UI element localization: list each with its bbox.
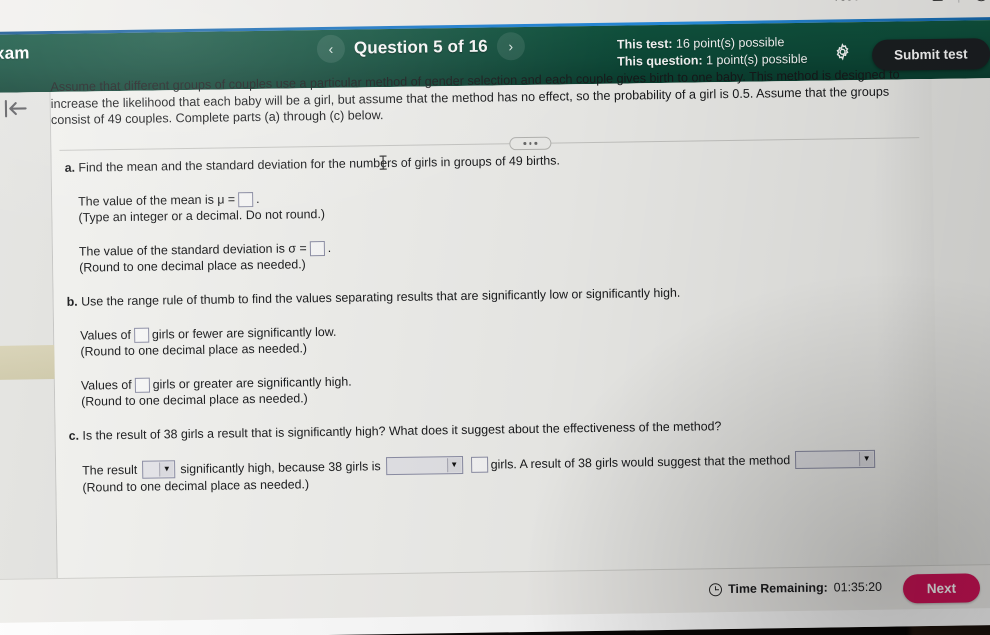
previous-question-button[interactable]: ‹	[316, 34, 346, 64]
question-counter: Question 5 of 16	[353, 36, 488, 58]
ellipsis-expand-icon[interactable]	[509, 136, 552, 151]
result-significance-dropdown[interactable]: ▼	[142, 460, 176, 479]
significantly-low-input[interactable]	[133, 327, 150, 343]
help-circle-icon[interactable]: ?	[974, 0, 989, 1]
chevron-down-icon: ▼	[159, 462, 174, 477]
question-navigator: ‹ Question 5 of 16 ›	[316, 32, 525, 64]
divider	[958, 0, 960, 3]
chevron-down-icon: ▼	[859, 451, 874, 467]
time-remaining-value: 01:35:20	[833, 579, 883, 595]
gear-icon[interactable]	[833, 42, 852, 61]
time-remaining-label: Time Remaining:	[728, 580, 828, 597]
standard-deviation-input[interactable]	[309, 240, 325, 256]
mean-input[interactable]	[238, 191, 254, 207]
sd-suffix-label: .	[327, 240, 332, 255]
this-question-value: 1 point(s) possible	[705, 51, 808, 68]
part-a-marker: a.	[64, 160, 76, 175]
low-suffix-label: girls or fewer are significantly low.	[151, 324, 337, 342]
next-question-button[interactable]: ›	[496, 32, 525, 61]
chevron-down-icon: ▼	[446, 458, 461, 473]
this-test-value: 16 point(s) possible	[675, 35, 785, 51]
page-title: xam	[0, 43, 30, 63]
this-test-label: This test:	[616, 36, 673, 52]
clock-icon	[709, 582, 723, 596]
significantly-high-input[interactable]	[134, 377, 150, 393]
this-question-label: This question:	[617, 53, 703, 69]
collapse-panel-left-icon[interactable]	[1, 96, 31, 120]
effectiveness-dropdown[interactable]: ▼	[795, 449, 876, 470]
question-parts: a. Find the mean and the standard deviat…	[65, 147, 930, 496]
exam-workspace: Assume that different groups of couples …	[0, 67, 990, 593]
text-cursor-icon	[379, 155, 388, 170]
comparison-dropdown[interactable]: ▼	[385, 455, 463, 476]
result-prefix-label: The result	[82, 462, 138, 478]
laptop-screen: Yesenia Catalan ? xam ‹ Question 5 of 16…	[0, 0, 990, 635]
question-paper: Assume that different groups of couples …	[50, 67, 939, 592]
part-c-marker: c.	[68, 428, 80, 443]
photo-of-screen: Yesenia Catalan ? xam ‹ Question 5 of 16…	[0, 0, 990, 635]
left-rail	[0, 92, 58, 593]
low-prefix-label: Values of	[80, 327, 132, 343]
mean-suffix-label: .	[256, 191, 260, 207]
user-name: Yesenia Catalan	[832, 0, 924, 3]
time-remaining: Time Remaining: 01:35:20	[709, 580, 882, 597]
part-b-marker: b.	[66, 294, 78, 309]
threshold-girls-input[interactable]	[470, 456, 488, 473]
high-prefix-label: Values of	[80, 377, 132, 393]
result-middle-label: significantly high, because 38 girls is	[180, 459, 381, 477]
screen-reflection-patch	[0, 345, 55, 380]
points-summary: This test: 16 point(s) possible This que…	[617, 34, 808, 71]
next-button[interactable]: Next	[902, 573, 981, 604]
high-suffix-label: girls or greater are significantly high.	[152, 374, 352, 392]
account-bar: Yesenia Catalan ?	[832, 0, 989, 4]
